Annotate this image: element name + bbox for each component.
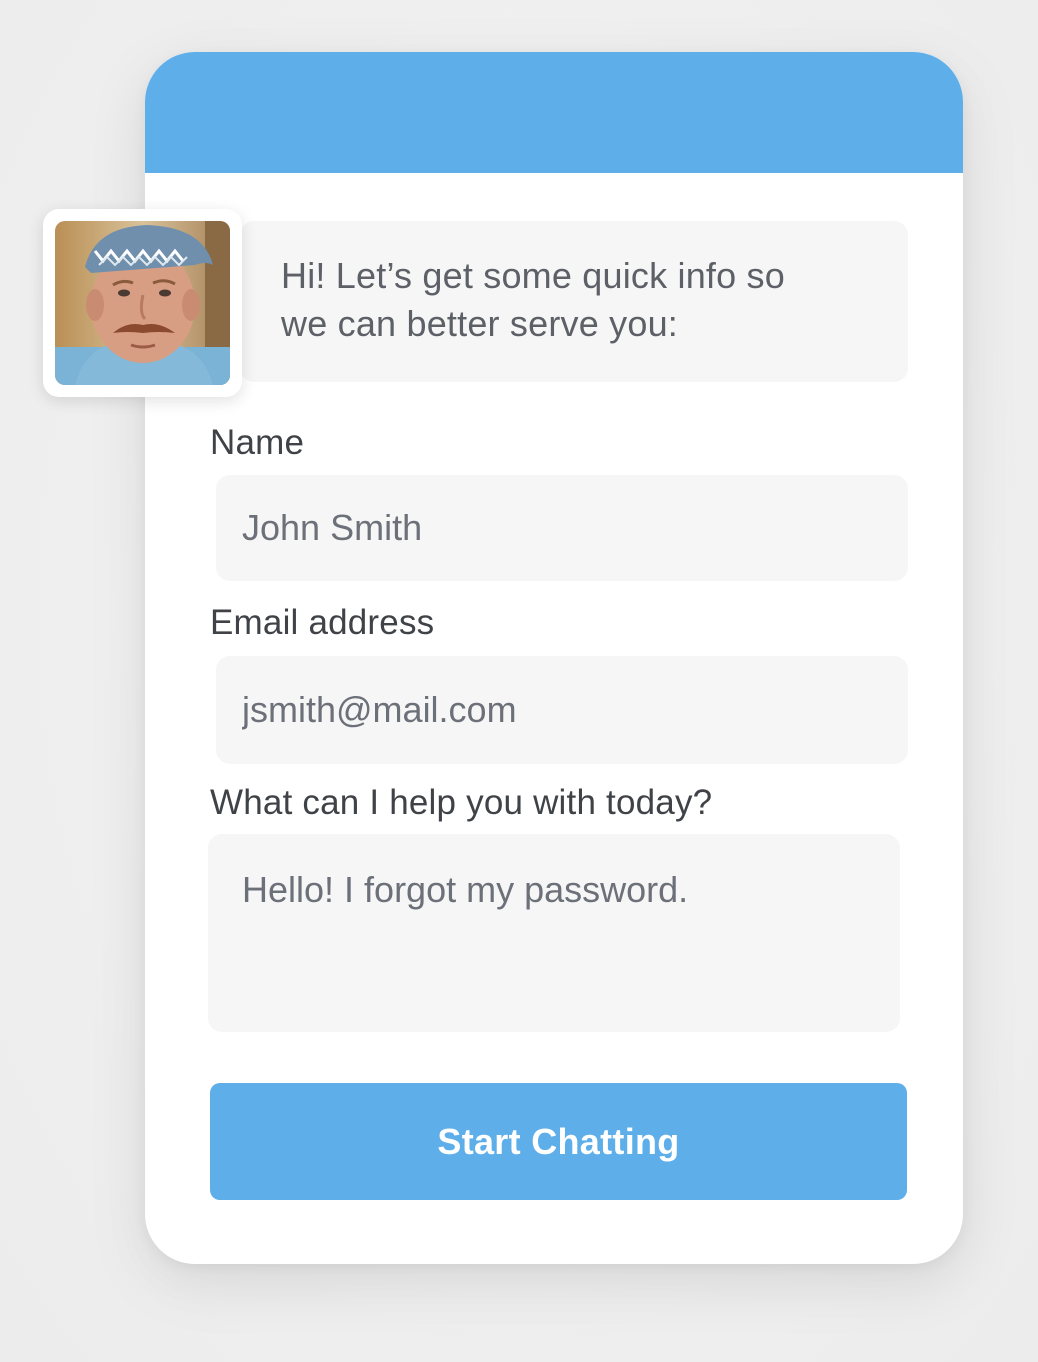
agent-photo-icon xyxy=(55,221,230,385)
email-input[interactable] xyxy=(216,656,908,764)
name-input[interactable] xyxy=(216,475,908,581)
greeting-message: Hi! Let’s get some quick info so we can … xyxy=(281,252,881,348)
greeting-line-2: we can better serve you: xyxy=(281,303,679,344)
email-label: Email address xyxy=(210,603,435,642)
card-header-bar xyxy=(145,52,963,173)
agent-avatar xyxy=(55,221,230,385)
message-label: What can I help you with today? xyxy=(210,783,713,822)
page-background: Hi! Let’s get some quick info so we can … xyxy=(0,0,1038,1362)
greeting-line-1: Hi! Let’s get some quick info so xyxy=(281,255,785,296)
name-label: Name xyxy=(210,423,305,462)
message-textarea[interactable]: Hello! I forgot my password. xyxy=(208,834,900,1032)
start-chatting-button[interactable]: Start Chatting xyxy=(210,1083,907,1200)
agent-avatar-frame xyxy=(43,209,242,397)
